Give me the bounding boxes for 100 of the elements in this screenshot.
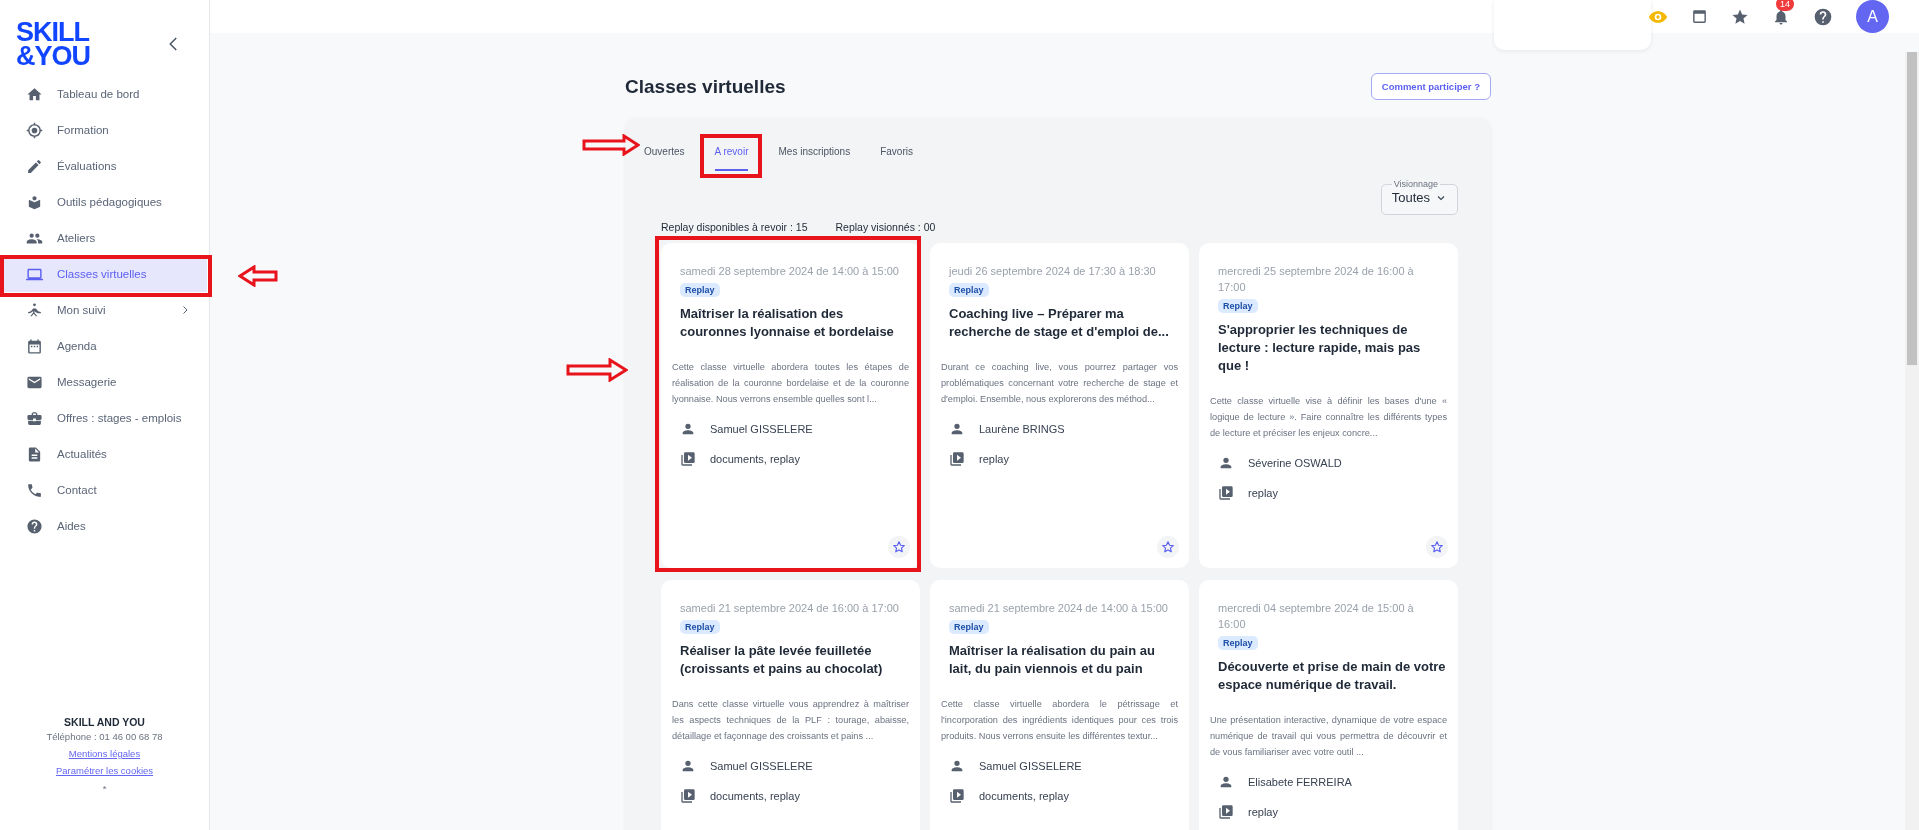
replay-count: Replay disponibles à revoir : 15 xyxy=(661,221,808,233)
resources-text: replay xyxy=(979,453,1009,465)
tab[interactable]: Mes inscriptions xyxy=(778,142,851,171)
viewing-select[interactable]: Visionnage Toutes xyxy=(1380,179,1458,215)
annotation-frame xyxy=(700,134,762,178)
help-icon[interactable] xyxy=(1813,6,1833,27)
video-list-icon xyxy=(1218,804,1234,820)
resources-text: replay xyxy=(1248,806,1278,818)
session-title: Maîtriser la réalisation des couronnes lyonnaise et bordelaise xyxy=(680,305,895,341)
replay-tag: Replay xyxy=(1218,299,1258,313)
session-date: mercredi 25 septembre 2024 de 16:00 à 17:00 xyxy=(1217,264,1415,295)
session-description: Dans cette classe virtuelle vous apprendrez à maîtriser les aspects techniques de la PLF : tourage, abaisse, détaillage et façonnage des croissants et pains ... xyxy=(672,698,909,743)
replay-count: Replay visionnés : 00 xyxy=(835,221,936,233)
star-icon xyxy=(1430,540,1444,554)
session-card[interactable] xyxy=(1199,580,1458,830)
replay-tag: Replay xyxy=(680,283,720,297)
nav-icon xyxy=(26,517,43,535)
session-title: S'approprier les techniques de lecture : lecture rapide, mais pas que ! xyxy=(1218,321,1422,375)
person-icon xyxy=(949,421,965,437)
sidebar-item[interactable]: Mon suivi xyxy=(0,292,209,328)
sidebar-item[interactable]: Outils pédagogiques xyxy=(0,184,209,220)
nav-icon xyxy=(26,481,43,499)
replay-tag: Replay xyxy=(949,620,989,634)
resources-text: documents, replay xyxy=(979,790,1069,802)
person-icon xyxy=(680,758,696,774)
help-button[interactable]: Comment participer ? xyxy=(1370,73,1491,100)
session-description: Cette classe virtuelle vise à définir les bases d'une « logique de lecture ». Faire connaître les différents types de lecture et préciser les enjeux concre... xyxy=(1210,395,1447,440)
star-icon xyxy=(1161,540,1175,554)
session-description: Cette classe virtuelle abordera le pétrissage et l'incorporation des ingrédients identiques pour ces trois produits. Nous verrons ensuite les différentes textur... xyxy=(941,698,1178,743)
session-date: samedi 21 septembre 2024 de 16:00 à 17:00 xyxy=(679,601,900,616)
session-description: Une présentation interactive, dynamique de votre espace numérique de travail qui vous permettra de découvrir et de vous familiariser avec votre outil ... xyxy=(1210,714,1447,759)
video-list-icon xyxy=(1218,485,1234,501)
avatar[interactable]: A xyxy=(1856,0,1889,33)
sidebar-item[interactable]: Formation xyxy=(0,112,209,148)
phone-number: Téléphone : 01 46 00 68 78 xyxy=(46,731,163,742)
replay-tag: Replay xyxy=(1218,636,1258,650)
favorite-button[interactable] xyxy=(888,536,910,558)
favorite-button[interactable] xyxy=(1157,536,1179,558)
person-icon xyxy=(680,421,696,437)
session-title: Réaliser la pâte levée feuilletée (croissants et pains au chocolat) xyxy=(680,642,884,678)
trainer-name: Séverine OSWALD xyxy=(1248,457,1342,469)
sidebar-item[interactable]: Aides xyxy=(0,508,209,544)
session-title: Maîtriser la réalisation du pain au lait, du pain viennois et du pain xyxy=(949,642,1156,678)
resources-text: replay xyxy=(1248,487,1278,499)
session-card[interactable] xyxy=(930,243,1189,568)
sidebar-item[interactable]: Offres : stages - emplois xyxy=(0,400,209,436)
sidebar-item[interactable]: Ateliers xyxy=(0,220,209,256)
session-title: Découverte et prise de main de votre espace numérique de travail. xyxy=(1218,658,1447,694)
session-title: Coaching live – Préparer ma recherche de stage et d'emploi de... xyxy=(949,305,1170,341)
trainer-name: Samuel GISSELERE xyxy=(979,760,1082,772)
trainer-name: Elisabete FERREIRA xyxy=(1248,776,1352,788)
session-date: jeudi 26 septembre 2024 de 17:30 à 18:30 xyxy=(947,264,1157,279)
sidebar-item[interactable]: Contact xyxy=(0,472,209,508)
video-list-icon xyxy=(680,451,696,467)
tab[interactable]: Ouvertes xyxy=(644,142,685,171)
star-icon xyxy=(892,540,906,554)
nav-icon xyxy=(26,157,43,175)
nav-icon xyxy=(26,121,43,139)
video-list-icon xyxy=(949,788,965,804)
replay-tag: Replay xyxy=(949,283,989,297)
session-card[interactable] xyxy=(661,580,920,830)
session-card[interactable] xyxy=(1199,243,1458,568)
sidebar-item[interactable]: Actualités xyxy=(0,436,209,472)
resources-text: documents, replay xyxy=(710,453,800,465)
nav-icon xyxy=(26,301,43,319)
resources-text: documents, replay xyxy=(710,790,800,802)
footer-link[interactable]: Paramétrer les cookies xyxy=(55,765,154,776)
replay-tag: Replay xyxy=(680,620,720,634)
sidebar-item[interactable]: Agenda xyxy=(0,328,209,364)
nav-icon xyxy=(26,85,43,103)
scrollbar[interactable] xyxy=(1905,52,1919,830)
annotation-arrow xyxy=(582,134,640,156)
nav-icon xyxy=(26,409,43,427)
tab[interactable]: Favoris xyxy=(880,142,913,171)
session-date: samedi 21 septembre 2024 de 14:00 à 15:00 xyxy=(948,601,1169,616)
logo: SKILL &YOU xyxy=(16,20,90,68)
annotation-arrow xyxy=(566,358,628,382)
session-date: mercredi 04 septembre 2024 de 15:00 à 16:00 xyxy=(1217,601,1415,632)
page-title: Classes virtuelles xyxy=(625,75,786,98)
nav-icon xyxy=(26,337,43,355)
notification-count: 14 xyxy=(1776,0,1794,11)
sidebar-item[interactable]: Tableau de bord xyxy=(0,76,209,112)
person-icon xyxy=(949,758,965,774)
favorite-button[interactable] xyxy=(1426,536,1448,558)
trainer-name: Laurène BRINGS xyxy=(979,423,1065,435)
person-icon xyxy=(1218,774,1234,790)
session-date: samedi 28 septembre 2024 de 14:00 à 15:00 xyxy=(679,264,900,279)
video-list-icon xyxy=(949,451,965,467)
company-name: SKILL AND YOU xyxy=(64,716,145,728)
video-list-icon xyxy=(680,788,696,804)
footer-link[interactable]: Mentions légales xyxy=(68,748,141,759)
session-description: Durant ce coaching live, vous pourrez partager vos problématiques concernant votre recherche de stage et d'emploi. Ensemble, nous explorerons des méthod... xyxy=(941,361,1178,406)
session-card[interactable] xyxy=(930,580,1189,830)
nav-icon xyxy=(26,445,43,463)
sidebar-item[interactable]: Évaluations xyxy=(0,148,209,184)
trainer-name: Samuel GISSELERE xyxy=(710,760,813,772)
session-description: Cette classe virtuelle abordera toutes les étapes de réalisation de la couronne bordelaise et de la couronne lyonnaise. Nous verrons ensemble quelles sont l... xyxy=(672,361,909,406)
person-icon xyxy=(1218,455,1234,471)
window-icon[interactable] xyxy=(1691,8,1708,25)
sidebar-item[interactable]: Messagerie xyxy=(0,364,209,400)
